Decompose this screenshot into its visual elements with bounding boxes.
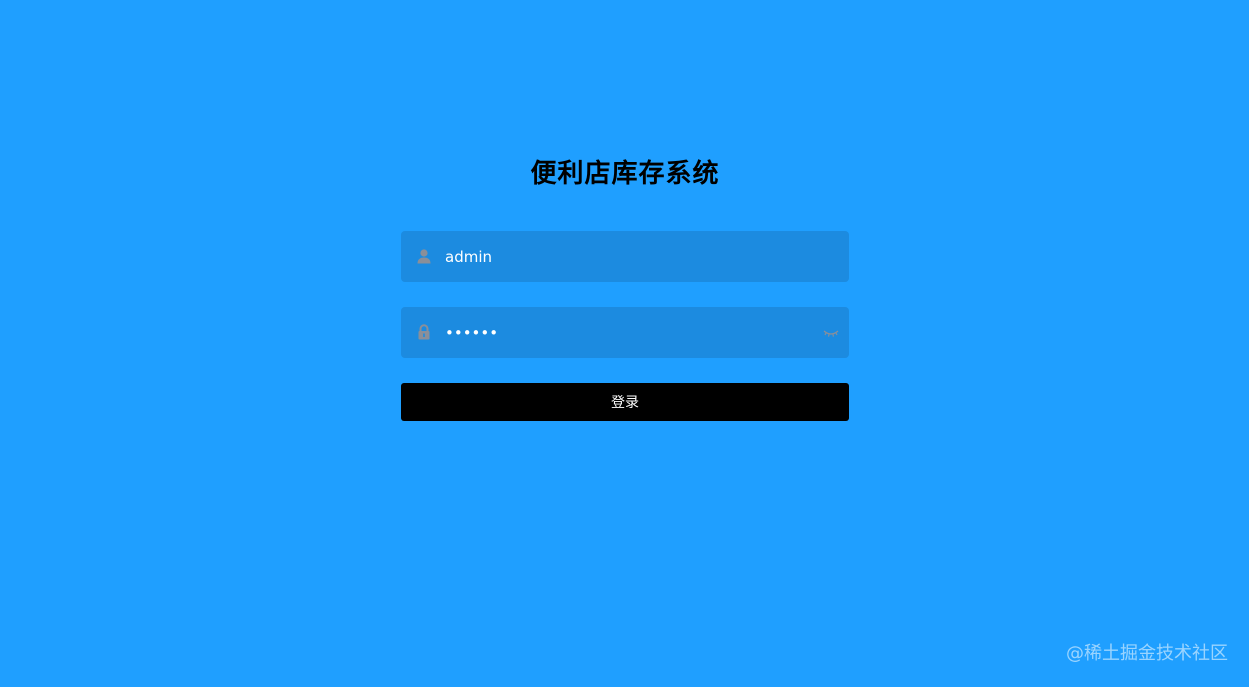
page-title: 便利店库存系统 [530,159,720,189]
lock-icon [418,324,430,340]
username-field-container [401,231,849,282]
username-input[interactable] [445,231,805,282]
watermark: @稀土掘金技术社区 [1066,643,1228,664]
user-icon [417,249,431,264]
login-button[interactable]: 登录 [401,383,849,421]
eye-closed-icon[interactable] [823,326,839,340]
password-field-container [401,307,849,358]
login-form: 便利店库存系统 登录 [401,150,849,421]
password-input[interactable] [445,307,805,358]
